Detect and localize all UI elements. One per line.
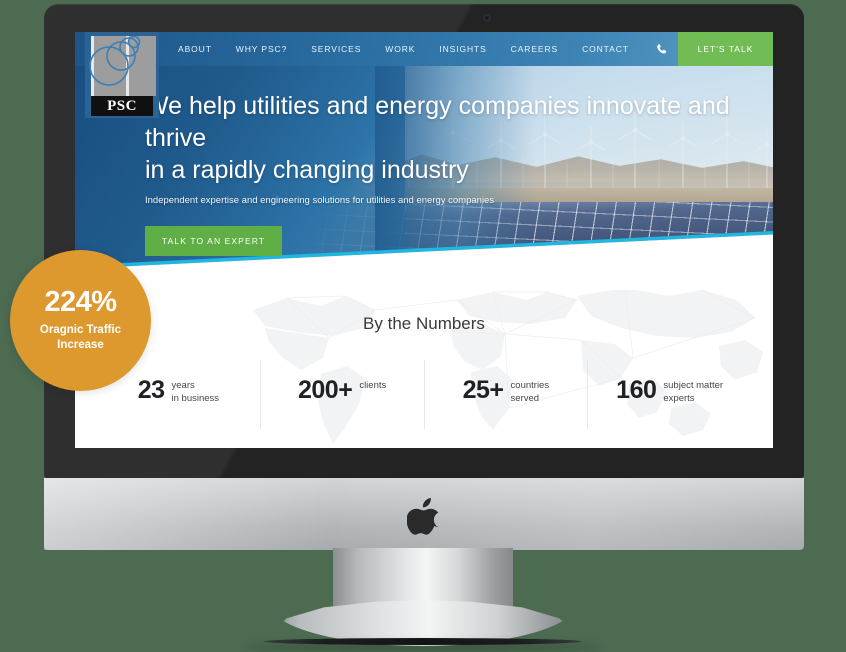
stats-row: 23 years in business 200+ clients 25+ co… xyxy=(97,360,751,429)
stat-value: 200+ xyxy=(298,376,353,404)
hero-headline-line1: We help utilities and energy companies i… xyxy=(145,92,730,152)
browser-viewport: ABOUT WHY PSC? SERVICES WORK INSIGHTS CA… xyxy=(75,32,773,448)
stat-label: subject matter experts xyxy=(663,378,723,405)
stat-label-line1: years xyxy=(171,380,195,391)
hero-headline-line2: in a rapidly changing industry xyxy=(145,156,469,184)
stat-label-line1: clients xyxy=(359,380,387,391)
stat-label: countries served xyxy=(511,378,550,405)
nav-item-careers[interactable]: CAREERS xyxy=(511,44,558,54)
hero-headline: We help utilities and energy companies i… xyxy=(145,90,765,186)
badge-caption-line2: Increase xyxy=(57,339,104,351)
hero-section: ABOUT WHY PSC? SERVICES WORK INSIGHTS CA… xyxy=(75,32,773,290)
lets-talk-button[interactable]: LET'S TALK xyxy=(678,32,773,66)
phone-icon[interactable] xyxy=(655,43,668,56)
stat-value: 23 xyxy=(137,376,165,404)
hero-subheadline: Independent expertise and engineering so… xyxy=(145,195,495,206)
nav-item-contact[interactable]: CONTACT xyxy=(582,44,629,54)
stat-value: 160 xyxy=(616,376,657,404)
stat-label-line2: served xyxy=(510,392,540,404)
talk-to-an-expert-button[interactable]: TALK TO AN EXPERT xyxy=(145,226,283,256)
monitor-chin xyxy=(44,478,804,550)
nav-item-services[interactable]: SERVICES xyxy=(311,44,361,54)
stat-label-line2: experts xyxy=(663,392,695,404)
section-title: By the Numbers xyxy=(363,314,485,333)
nav-item-work[interactable]: WORK xyxy=(385,44,415,54)
hero-content: We help utilities and energy companies i… xyxy=(145,90,765,256)
stat-value: 25+ xyxy=(462,376,504,404)
psc-rings-icon xyxy=(89,35,141,86)
nav-item-about[interactable]: ABOUT xyxy=(178,44,212,54)
nav-item-why-psc[interactable]: WHY PSC? xyxy=(236,44,287,54)
nav-link-list: ABOUT WHY PSC? SERVICES WORK INSIGHTS CA… xyxy=(178,44,653,54)
stat-item-clients: 200+ clients xyxy=(261,360,425,429)
stat-badge: 224% Oragnic Traffic Increase xyxy=(10,250,151,391)
imac-device: ABOUT WHY PSC? SERVICES WORK INSIGHTS CA… xyxy=(0,0,846,652)
site-navigation: ABOUT WHY PSC? SERVICES WORK INSIGHTS CA… xyxy=(75,32,773,66)
apple-logo-icon xyxy=(407,498,440,535)
stat-item-countries: 25+ countries served xyxy=(425,360,589,429)
stat-item-experts: 160 subject matter experts xyxy=(588,360,751,429)
stat-label: years in business xyxy=(172,378,220,405)
badge-caption: Oragnic Traffic Increase xyxy=(40,323,121,353)
stat-label-line2: in business xyxy=(171,392,220,404)
badge-caption-line1: Oragnic Traffic xyxy=(39,324,122,336)
badge-percentage: 224% xyxy=(44,286,117,318)
stat-label: clients xyxy=(359,378,386,393)
psc-wordmark: PSC xyxy=(91,96,153,116)
webcam-icon xyxy=(484,15,490,21)
stat-label-line1: subject matter xyxy=(663,380,724,391)
stand-shadow xyxy=(243,642,603,652)
stat-label-line1: countries xyxy=(510,380,550,391)
psc-logo[interactable]: PSC xyxy=(85,32,159,118)
by-the-numbers-section: By the Numbers 23 years in business 200+… xyxy=(75,282,773,448)
nav-item-insights[interactable]: INSIGHTS xyxy=(439,44,486,54)
